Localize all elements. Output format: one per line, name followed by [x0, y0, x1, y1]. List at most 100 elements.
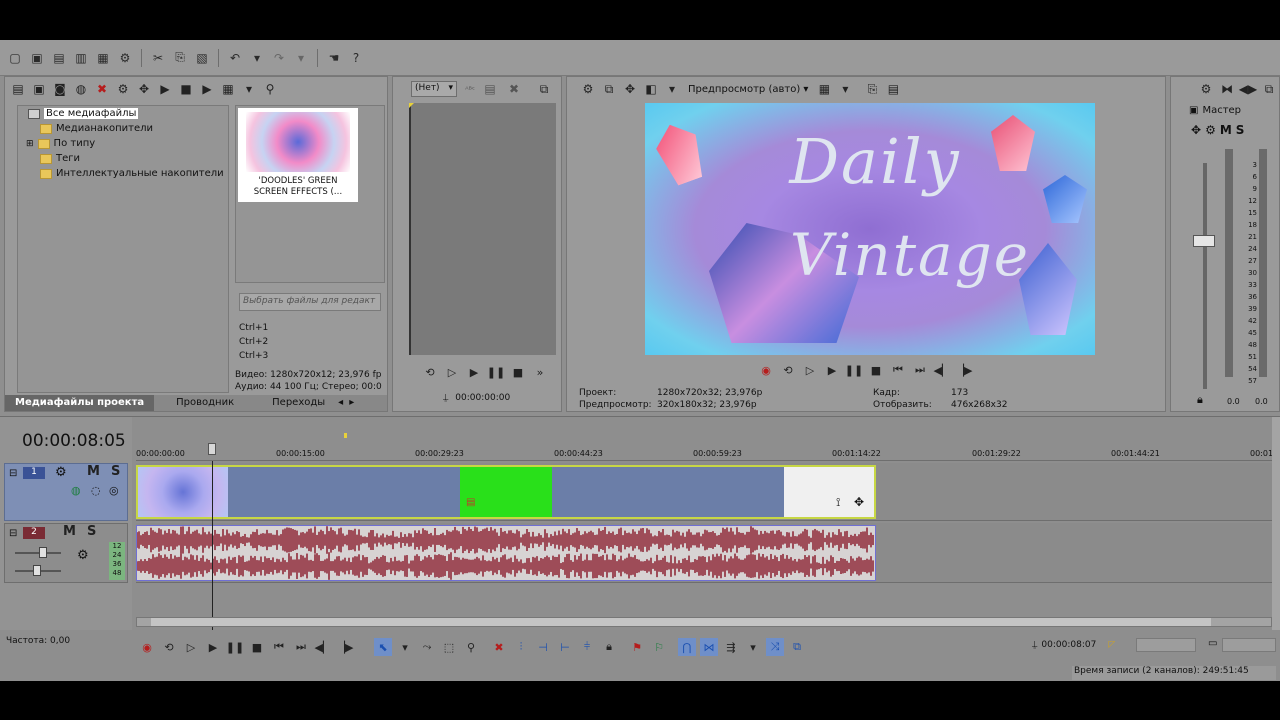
render-icon[interactable]: ▦: [94, 49, 112, 67]
event-fx-plugin-icon[interactable]: ✥: [854, 495, 864, 509]
tree-item-media-bins[interactable]: Медианакопители: [18, 121, 228, 136]
redo-dropdown-icon[interactable]: ▾: [292, 49, 310, 67]
trimmer-select[interactable]: (Нет) ▾: [411, 81, 457, 97]
parent-motion-icon[interactable]: ◎: [109, 484, 119, 497]
ignore-grouping-icon[interactable]: ⧉: [788, 638, 806, 656]
shortcut-item[interactable]: Ctrl+1: [239, 321, 268, 335]
scroll-thumb[interactable]: [151, 618, 1211, 626]
loop-icon[interactable]: ⟲: [779, 361, 797, 379]
trimmer-options-icon[interactable]: ⧉: [535, 80, 553, 98]
downmix-icon[interactable]: ⧓: [1218, 80, 1236, 98]
go-to-end-icon[interactable]: ⏭: [911, 361, 929, 379]
copy-icon[interactable]: ⎘: [171, 49, 189, 67]
loop-icon[interactable]: ⟲: [160, 638, 178, 656]
import-media-icon[interactable]: ▤: [9, 80, 27, 98]
paste-icon[interactable]: ▧: [193, 49, 211, 67]
pause-icon[interactable]: ❚❚: [226, 638, 244, 656]
tab-scroll-left[interactable]: ◂: [335, 395, 346, 411]
redo-icon[interactable]: ↷: [270, 49, 288, 67]
compositing-mode-icon[interactable]: ◍: [71, 484, 81, 497]
go-to-start-icon[interactable]: ⏮: [270, 638, 288, 656]
insert-marker-icon[interactable]: ⚑: [628, 638, 646, 656]
trimmer-canvas[interactable]: [409, 103, 556, 355]
properties-gear-icon[interactable]: ⚙: [116, 49, 134, 67]
envelope-tool-icon[interactable]: ⤳: [418, 638, 436, 656]
copy-snapshot-icon[interactable]: ⎘: [863, 80, 881, 98]
insert-region-icon[interactable]: ⚐: [650, 638, 668, 656]
video-event[interactable]: ▤ ⟟ ✥: [136, 465, 876, 519]
audio-track-header[interactable]: ⊟ 2 M S ⚙ 12 24 36 48: [4, 523, 128, 583]
tab-project-media[interactable]: Медиафайлы проекта: [5, 395, 155, 411]
previous-frame-icon[interactable]: ◀▏: [933, 361, 951, 379]
track-collapse-icon[interactable]: ⊟: [9, 528, 17, 539]
external-monitor-icon[interactable]: ⧉: [600, 80, 618, 98]
delete-icon[interactable]: ✖: [490, 638, 508, 656]
stop-icon[interactable]: ■: [248, 638, 266, 656]
normal-edit-tool-icon[interactable]: ⬉: [374, 638, 392, 656]
open-folder-icon[interactable]: ▣: [28, 49, 46, 67]
record-icon[interactable]: ◉: [757, 361, 775, 379]
preview-quality-dropdown[interactable]: Предпросмотр (авто) ▾: [684, 84, 812, 95]
undo-dropdown-icon[interactable]: ▾: [248, 49, 266, 67]
get-media-icon[interactable]: ◙: [51, 80, 69, 98]
web-media-icon[interactable]: ◍: [72, 80, 90, 98]
volume-slider-handle[interactable]: [39, 547, 47, 558]
audio-event[interactable]: [136, 525, 876, 581]
auto-preview-icon[interactable]: ✥: [135, 80, 153, 98]
trim-icon[interactable]: ⫶: [512, 638, 530, 656]
remove-media-icon[interactable]: ✖: [93, 80, 111, 98]
overlays-dropdown-icon[interactable]: ▾: [836, 80, 854, 98]
event-pan-crop-icon[interactable]: ⟟: [836, 495, 840, 510]
video-solo-button[interactable]: S: [111, 464, 120, 479]
media-fx-icon[interactable]: ⚙: [114, 80, 132, 98]
undo-icon[interactable]: ↶: [226, 49, 244, 67]
fx-icon[interactable]: ✥: [1191, 123, 1201, 137]
fast-forward-icon[interactable]: »: [531, 363, 549, 381]
remove-icon[interactable]: ✖: [505, 80, 523, 98]
tree-item-tags[interactable]: Теги: [18, 151, 228, 166]
stop-icon[interactable]: ■: [177, 80, 195, 98]
lock-icon[interactable]: 🔒︎: [600, 638, 618, 656]
tab-explorer[interactable]: Проводник: [154, 395, 244, 411]
track-collapse-icon[interactable]: ⊟: [9, 468, 17, 479]
play-icon[interactable]: ▶: [823, 361, 841, 379]
tree-item-by-type[interactable]: ⊞ По типу: [18, 136, 228, 151]
trim-end-icon[interactable]: ⊢: [556, 638, 574, 656]
ripple-dropdown-icon[interactable]: ▾: [744, 638, 762, 656]
master-solo-button[interactable]: S: [1236, 123, 1245, 137]
mixer-options-icon[interactable]: ⧉: [1260, 80, 1278, 98]
video-fx-icon[interactable]: ✥: [621, 80, 639, 98]
next-frame-icon[interactable]: ▕▶: [955, 361, 973, 379]
whats-this-icon[interactable]: ☚: [325, 49, 343, 67]
master-fader-handle[interactable]: [1193, 235, 1215, 247]
selection-length-field[interactable]: [1136, 638, 1196, 652]
video-track-lane[interactable]: ▤ ⟟ ✥: [136, 463, 1272, 521]
video-track-header[interactable]: ⊟ 1 ⚙ M S ◍ ◌ ◎: [4, 463, 128, 521]
timeline-horizontal-scrollbar[interactable]: [136, 617, 1272, 627]
lock-envelopes-icon[interactable]: ⤨: [766, 638, 784, 656]
timeline-vertical-scrollbar[interactable]: [1272, 417, 1280, 639]
snapping-icon[interactable]: ⋂: [678, 638, 696, 656]
save-as-icon[interactable]: ▥: [72, 49, 90, 67]
go-to-start-icon[interactable]: ⏮: [889, 361, 907, 379]
pause-icon[interactable]: ❚❚: [487, 363, 505, 381]
audio-fx-gear-icon[interactable]: ⚙: [77, 548, 89, 563]
search-icon[interactable]: ⚲: [261, 80, 279, 98]
media-thumbnail[interactable]: 'DOODLES' GREEN SCREEN EFFECTS (…: [238, 108, 358, 202]
spellcheck-icon[interactable]: ᴬᴮᶜ: [461, 80, 479, 98]
save-snapshot-icon[interactable]: ▤: [884, 80, 902, 98]
tree-item-smart-bins[interactable]: Интеллектуальные накопители: [18, 166, 228, 181]
tab-transitions[interactable]: Переходы: [244, 395, 335, 411]
save-icon[interactable]: ▤: [50, 49, 68, 67]
capture-video-icon[interactable]: ▣: [30, 80, 48, 98]
selection-tool-icon[interactable]: ⬚: [440, 638, 458, 656]
pan-slider-handle[interactable]: [33, 565, 41, 576]
loop-icon[interactable]: ⟲: [421, 363, 439, 381]
mixer-properties-gear-icon[interactable]: ⚙: [1197, 80, 1215, 98]
trim-icon[interactable]: ▤: [481, 80, 499, 98]
event-fx-icon[interactable]: ▤: [466, 497, 475, 508]
time-ruler[interactable]: 00:00:00:00 00:00:15:00 00:00:29:23 00:0…: [136, 433, 1280, 461]
play-icon[interactable]: ▶: [156, 80, 174, 98]
cut-icon[interactable]: ✂: [149, 49, 167, 67]
volume-slider[interactable]: [15, 552, 61, 554]
